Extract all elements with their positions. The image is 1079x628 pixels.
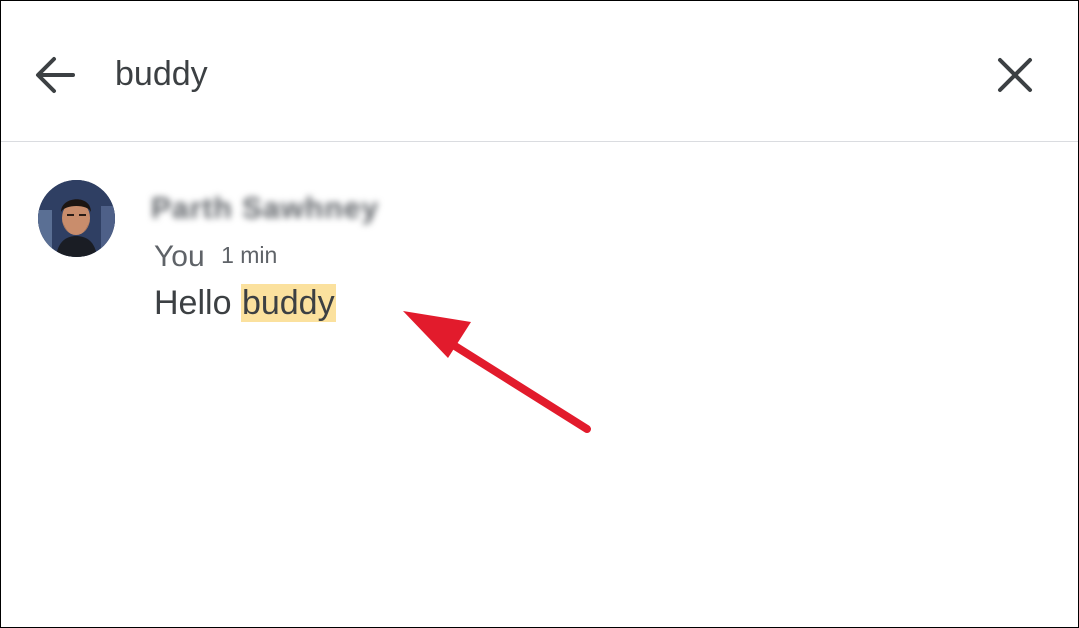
clear-search-button[interactable] xyxy=(985,45,1045,105)
sender-name: Parth Sawhney xyxy=(151,192,380,225)
search-input[interactable] xyxy=(115,49,935,99)
back-button[interactable] xyxy=(27,45,87,105)
sender-label: You xyxy=(154,240,205,273)
search-screen: Parth Sawhney You 1 min Hello buddy xyxy=(0,0,1079,628)
message-text: Hello buddy xyxy=(154,284,336,323)
profile-photo xyxy=(38,180,115,257)
close-icon xyxy=(998,58,1032,92)
search-bar xyxy=(1,1,1078,142)
message-timestamp: 1 min xyxy=(221,242,278,268)
arrow-back-icon xyxy=(36,57,75,93)
search-match-highlight: buddy xyxy=(240,284,336,322)
message-prefix: Hello xyxy=(154,284,241,322)
avatar xyxy=(38,180,115,257)
search-result-item[interactable]: Parth Sawhney You 1 min Hello buddy xyxy=(1,142,1078,342)
message-meta: You 1 min xyxy=(154,240,277,274)
